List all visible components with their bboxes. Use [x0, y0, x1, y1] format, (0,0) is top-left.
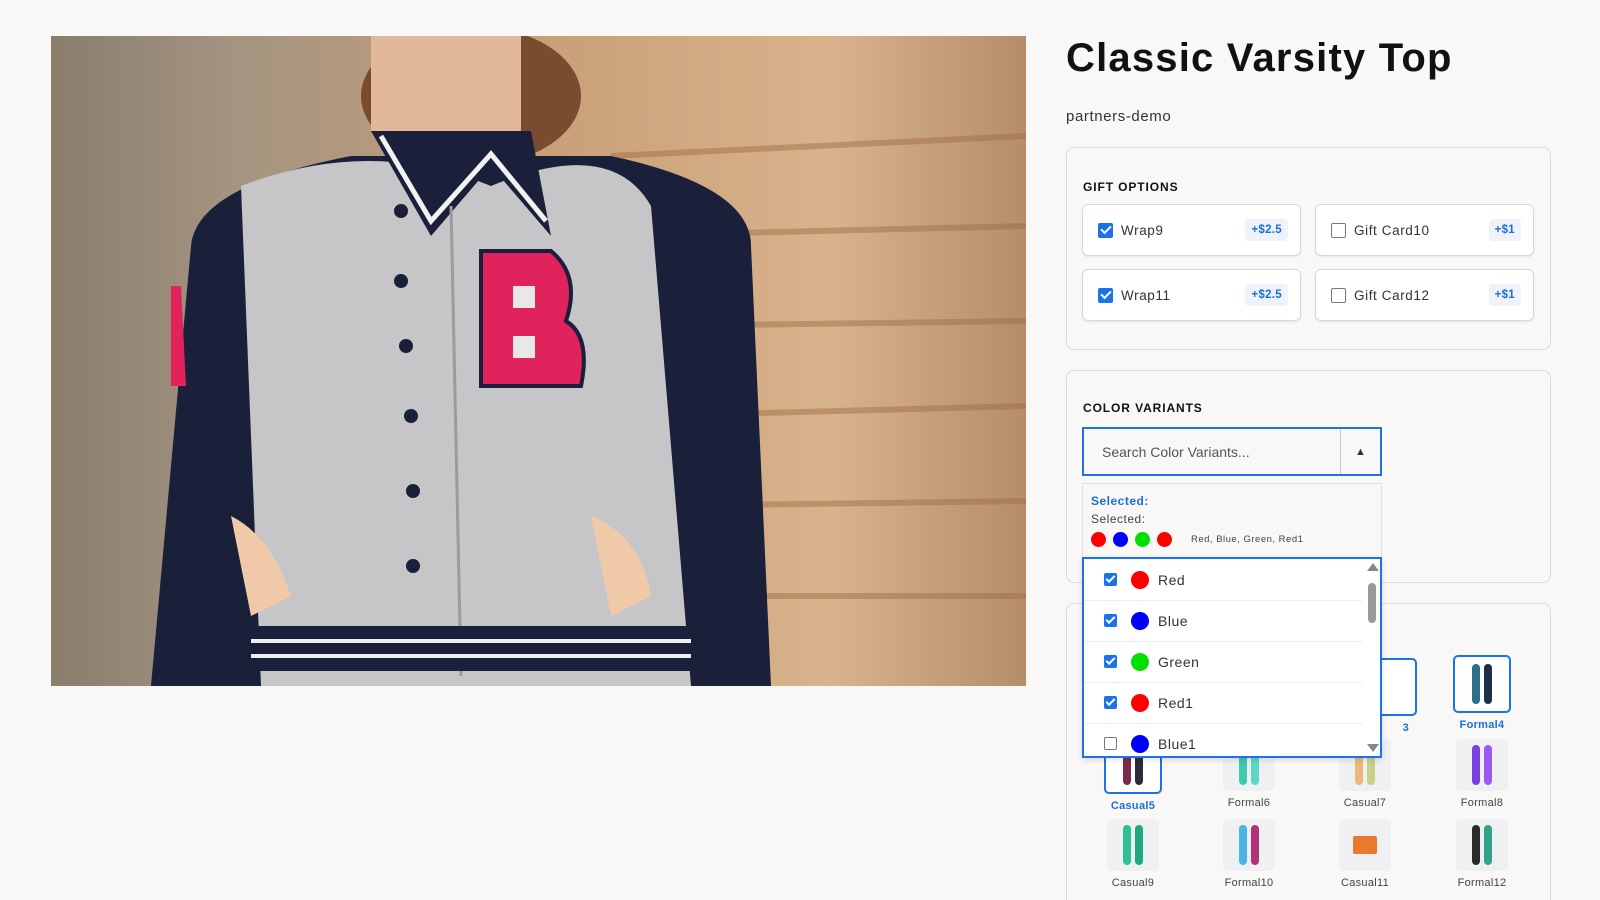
style-thumbnail: [1456, 819, 1508, 871]
selected-color-names: Red, Blue, Green, Red1: [1191, 534, 1304, 545]
selected-color-swatch: [1157, 532, 1172, 547]
gift-option-label: Gift Card12: [1354, 287, 1430, 303]
gift-option-wrap11[interactable]: Wrap11 +$2.5: [1082, 269, 1301, 321]
color-swatch: [1131, 693, 1149, 712]
color-option-label: Red1: [1158, 694, 1194, 711]
color-option-checkbox[interactable]: [1104, 614, 1117, 627]
style-item-formal12[interactable]: Formal12: [1442, 819, 1522, 889]
color-variant-listbox[interactable]: Red Blue Green Red1 Blue1: [1082, 557, 1382, 758]
color-option-label: Green: [1158, 653, 1200, 670]
style-item-casual11[interactable]: Casual11: [1325, 819, 1405, 889]
gift-option-checkbox[interactable]: [1098, 287, 1113, 303]
gift-options-heading: GIFT OPTIONS: [1083, 180, 1179, 194]
style-label: Casual5: [1110, 800, 1156, 812]
product-vendor: partners-demo: [1066, 108, 1172, 125]
gift-option-gift-card10[interactable]: Gift Card10 +$1: [1315, 204, 1534, 256]
style-thumbnail: [1223, 819, 1275, 871]
color-option-blue[interactable]: Blue: [1084, 600, 1362, 642]
color-variant-combobox[interactable]: ▲: [1082, 427, 1382, 476]
color-option-label: Blue: [1158, 612, 1189, 629]
color-option-checkbox[interactable]: [1104, 573, 1117, 586]
color-option-label: Blue1: [1158, 735, 1197, 752]
gift-options-panel: GIFT OPTIONS Wrap9 +$2.5 Gift Card10 +$1…: [1066, 147, 1551, 350]
selected-color-swatch: [1113, 532, 1128, 547]
gift-option-price: +$1: [1488, 284, 1521, 306]
gift-option-price: +$2.5: [1245, 284, 1288, 306]
style-item-casual9[interactable]: Casual9: [1093, 819, 1173, 889]
gift-option-label: Wrap9: [1121, 222, 1164, 238]
color-swatch: [1131, 611, 1149, 630]
color-option-green[interactable]: Green: [1084, 641, 1362, 683]
style-item-formal8[interactable]: Formal8: [1442, 739, 1522, 809]
style-label: Formal10: [1224, 877, 1274, 889]
color-option-red1[interactable]: Red1: [1084, 682, 1362, 724]
style-item-formal10[interactable]: Formal10: [1209, 819, 1289, 889]
style-thumbnail: [1339, 819, 1391, 871]
selected-color-swatch: [1135, 532, 1150, 547]
style-label: Casual11: [1340, 877, 1390, 889]
color-option-checkbox[interactable]: [1104, 655, 1117, 668]
product-image: [51, 36, 1026, 686]
scroll-down-icon[interactable]: [1367, 744, 1379, 752]
color-option-red[interactable]: Red: [1084, 559, 1362, 601]
style-label: Formal6: [1227, 797, 1271, 809]
gift-option-gift-card12[interactable]: Gift Card12 +$1: [1315, 269, 1534, 321]
product-title: Classic Varsity Top: [1066, 36, 1453, 80]
color-option-checkbox[interactable]: [1104, 737, 1117, 750]
scrollbar-thumb[interactable]: [1368, 583, 1376, 623]
color-variant-search-input[interactable]: [1084, 429, 1340, 474]
scroll-up-icon[interactable]: [1367, 563, 1379, 571]
style-label: Casual9: [1111, 877, 1155, 889]
style-label: Casual7: [1343, 797, 1387, 809]
color-swatch: [1131, 652, 1149, 671]
style-item-formal4[interactable]: Formal4: [1442, 655, 1522, 731]
style-label: Formal12: [1457, 877, 1507, 889]
gift-option-checkbox[interactable]: [1331, 222, 1346, 238]
color-option-blue1[interactable]: Blue1: [1084, 723, 1362, 756]
selected-color-swatch: [1091, 532, 1106, 547]
dropdown-toggle-icon[interactable]: ▲: [1340, 429, 1380, 474]
listbox-scrollbar[interactable]: [1366, 561, 1379, 754]
gift-option-price: +$2.5: [1245, 219, 1288, 241]
style-thumbnail: [1456, 739, 1508, 791]
gift-option-label: Gift Card10: [1354, 222, 1430, 238]
gift-option-label: Wrap11: [1121, 287, 1171, 303]
style-thumbnail: [1107, 819, 1159, 871]
style-thumbnail: [1453, 655, 1511, 713]
selected-colors-summary: Selected: Selected: Red, Blue, Green, Re…: [1082, 483, 1382, 558]
color-swatch: [1131, 734, 1149, 753]
color-swatch: [1131, 570, 1149, 589]
selected-heading: Selected:: [1091, 494, 1149, 508]
color-option-checkbox[interactable]: [1104, 696, 1117, 709]
selected-subheading: Selected:: [1091, 512, 1146, 526]
gift-option-checkbox[interactable]: [1331, 287, 1346, 303]
color-variants-heading: COLOR VARIANTS: [1083, 401, 1203, 415]
style-label: Formal8: [1460, 797, 1504, 809]
gift-option-wrap9[interactable]: Wrap9 +$2.5: [1082, 204, 1301, 256]
style-label: Formal4: [1459, 719, 1505, 731]
color-option-label: Red: [1158, 571, 1186, 588]
gift-option-price: +$1: [1488, 219, 1521, 241]
gift-option-checkbox[interactable]: [1098, 222, 1113, 238]
